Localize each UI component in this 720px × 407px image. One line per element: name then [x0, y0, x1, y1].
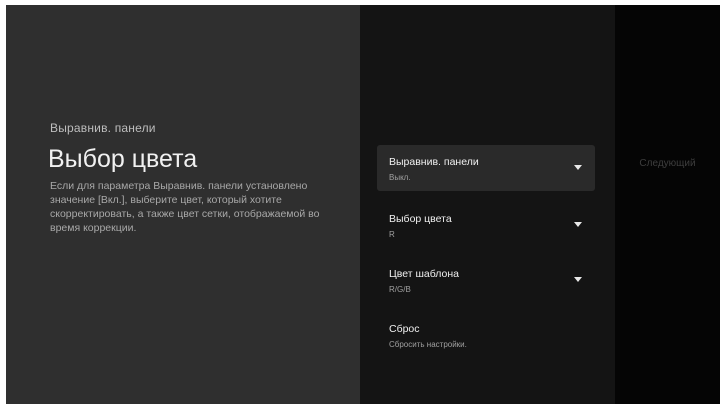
chevron-down-icon	[574, 277, 582, 282]
breadcrumb: Выравнив. панели	[50, 121, 156, 135]
menu-item-label: Сброс	[389, 323, 420, 335]
menu-item-label: Выбор цвета	[389, 213, 452, 225]
menu-item-value: Выкл.	[389, 173, 411, 182]
page-title: Выбор цвета	[48, 145, 198, 173]
menu-item-value: R	[389, 230, 395, 239]
menu-item-reset[interactable]: Сброс Сбросить настройки.	[377, 312, 595, 358]
chevron-down-icon	[574, 222, 582, 227]
settings-menu: Выравнив. панели Выкл. Выбор цвета R Цве…	[360, 5, 615, 404]
menu-item-value: Сбросить настройки.	[389, 340, 467, 349]
menu-item-panel-alignment[interactable]: Выравнив. панели Выкл.	[377, 145, 595, 191]
menu-item-pattern-color[interactable]: Цвет шаблона R/G/B	[377, 257, 595, 303]
menu-item-label: Выравнив. панели	[389, 156, 479, 168]
menu-item-label: Цвет шаблона	[389, 268, 459, 280]
chevron-down-icon	[574, 165, 582, 170]
next-panel: Следующий	[615, 5, 720, 404]
menu-item-color-select[interactable]: Выбор цвета R	[377, 202, 595, 248]
next-button[interactable]: Следующий	[615, 158, 720, 169]
menu-item-value: R/G/B	[389, 285, 411, 294]
info-panel: Выравнив. панели Выбор цвета Если для па…	[6, 5, 360, 404]
page-description: Если для параметра Выравнив. панели уста…	[50, 180, 320, 234]
